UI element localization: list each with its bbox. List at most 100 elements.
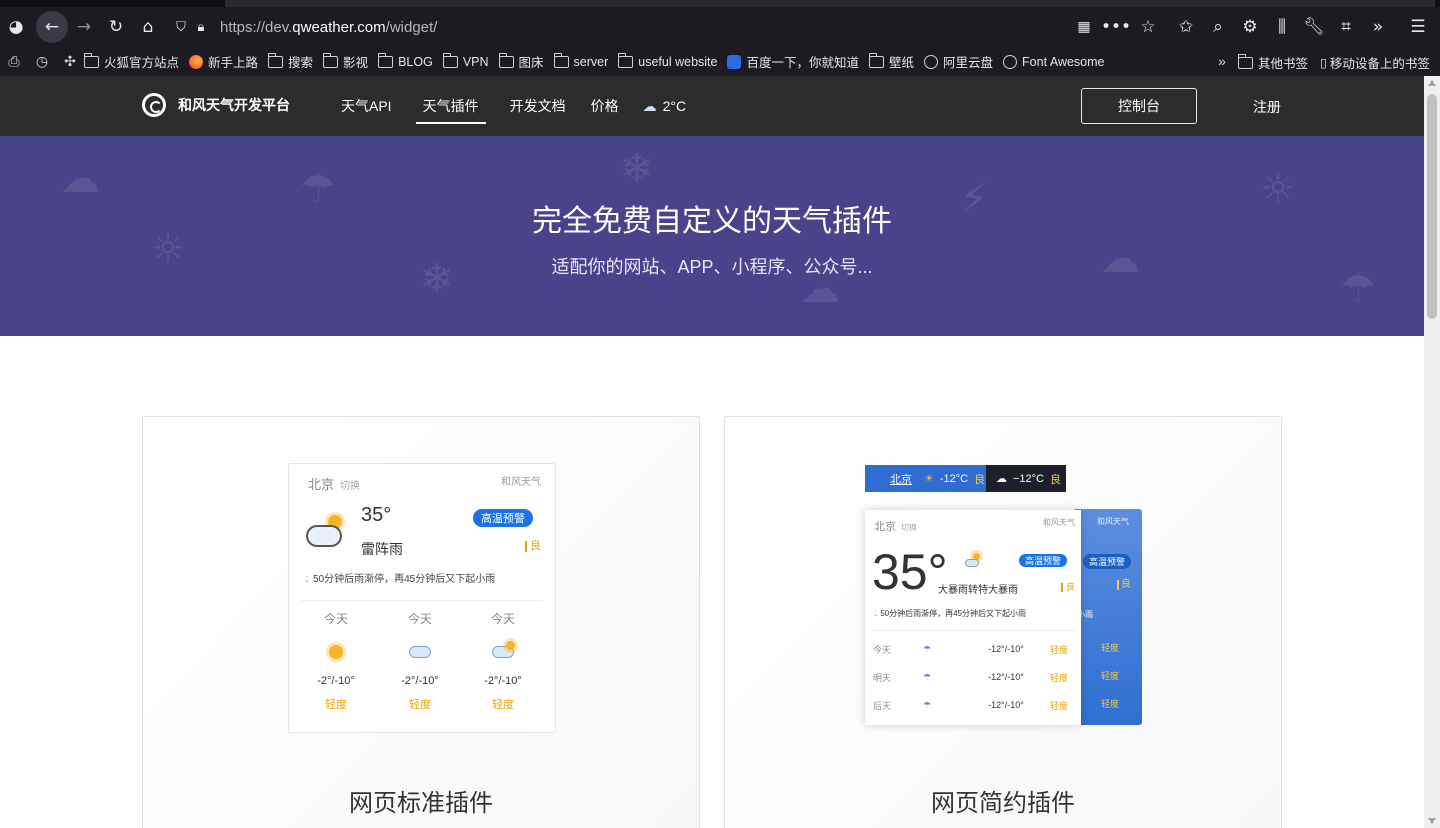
widget-brand: 和风天气 [1043,518,1075,527]
rain-cloud-icon: ☂ [923,671,932,682]
standard-widget-card[interactable]: 北京 切换 和风天气 35° 雷阵雨 高温预警 良 💧︎ 50分钟后雨渐停，再45分… [142,416,700,828]
alert-badge[interactable]: 高温预警 [1019,554,1068,567]
simple-widget-bar: 北京 ☀ -12°C 良 ☁ −12°C 良 [865,465,1066,492]
cloud-icon: ☁ [996,473,1007,485]
site-header: 和风天气开发平台 天气API 天气插件 开发文档 价格 ☁ 2°C 控制台 注册 [0,76,1424,136]
folder-icon [869,52,884,68]
globe-icon [924,54,939,69]
aqi-badge: 良 [1061,583,1075,592]
print-icon[interactable]: ⎙ [0,53,28,70]
bookmark-item[interactable]: 火狐官方站点 [84,52,179,71]
nav-link[interactable]: 价格 [590,76,620,136]
lock-icon[interactable]: 🔒︎ [192,11,210,43]
folder-icon [618,52,634,68]
rain-cloud-icon: ☂ [923,643,932,654]
cloud-icon [390,637,450,667]
history-clock-icon[interactable]: ◷ [28,53,56,70]
forward-icon[interactable]: → [68,11,100,43]
shield-icon[interactable]: ⛉ [170,11,192,43]
active-tab[interactable] [225,0,1435,7]
scrollbar-thumb[interactable] [1427,94,1437,319]
bar-city-link[interactable]: 北京 [890,471,912,487]
bookmark-item[interactable]: 搜索 [268,52,313,71]
widget-temperature: 35° [872,544,948,600]
hero-banner: ☁ ☼ ☂ ❄ ⚡ ☁ ☼ ☂ ❄ ☁ 完全免费自定义的天气插件 适配你的网站、… [0,136,1424,336]
mobile-bookmarks-folder[interactable]: ▯ 移动设备上的书签 [1320,53,1430,72]
aqi-badge: 良 [525,541,541,552]
back-icon[interactable]: ← [36,11,68,43]
scroll-up-icon[interactable] [1428,80,1436,86]
web-page: 和风天气开发平台 天气API 天气插件 开发文档 价格 ☁ 2°C 控制台 注册 ☁ ☼ … [0,76,1424,828]
widget-city: 北京 切换 [308,477,361,492]
mobile-icon: ▯ [1320,56,1327,70]
tab-strip [0,0,1440,7]
page-scrollbar[interactable] [1424,76,1440,828]
bookmark-star-icon[interactable]: ☆ [1132,11,1164,43]
bookmark-item[interactable]: server [553,52,608,69]
hamburger-menu-icon[interactable]: ☰ [1402,11,1434,43]
globe-icon [1003,54,1018,69]
browser-chrome: ◕ ← → ↻ ⌂ ⛉ 🔒︎ https://dev.qweather.com/… [0,0,1440,76]
forecast-row: 明天 ☂ -12°/-10° 轻度 [873,671,1068,683]
site-logo[interactable]: 和风天气开发平台 [142,93,290,117]
bookmarks-bar: ⎙ ◷ ✣ 火狐官方站点 新手上路 搜索 影视 BLOG VPN 图床 server usefu… [0,47,1440,76]
alert-badge[interactable]: 高温预警 [473,509,533,527]
bookmark-item[interactable]: 影视 [323,52,368,71]
forecast-row: 今天 ☂ -12°/-10° 轻度 [873,643,1068,655]
register-link[interactable]: 注册 [1253,97,1281,117]
thunder-cloud-icon [304,511,348,551]
widget-temperature: 35° [361,504,392,526]
settings-gear-icon[interactable]: ⚙ [1234,11,1266,43]
folder-icon [378,52,394,68]
url-text[interactable]: https://dev.qweather.com/widget/ [220,19,437,36]
other-bookmarks-folder[interactable]: 其他书签 [1238,53,1308,72]
nav-link[interactable]: 天气插件 [415,76,486,136]
widget-condition: 雷阵雨 [361,541,403,557]
bookmark-item[interactable]: 图床 [498,52,544,71]
qr-code-icon[interactable]: ▦ [1068,11,1100,43]
overflow-chevron-icon[interactable]: » [1362,11,1394,43]
bookmark-item[interactable]: 阿里云盘 [924,52,993,71]
library-icon[interactable]: ⫼ [1266,11,1298,43]
nav-link[interactable]: 开发文档 [509,76,567,136]
folder-icon [553,52,569,68]
city-switch-link[interactable]: 切换 [340,481,360,492]
rain-cloud-icon: ☂ [923,699,932,710]
firefox-icon [189,54,204,69]
bookmark-item[interactable]: 新手上路 [189,52,258,71]
hero-title: 完全免费自定义的天气插件 [532,205,892,238]
url-bar[interactable]: ⛉ 🔒︎ https://dev.qweather.com/widget/ ▦ … [170,11,1170,43]
sun-icon [306,637,366,667]
console-button[interactable]: 控制台 [1081,88,1197,124]
firefox-menu-icon[interactable]: ◕ [0,11,32,43]
more-actions-icon[interactable]: ••• [1100,11,1132,43]
home-icon[interactable]: ⌂ [132,11,164,43]
folder-icon [84,52,99,68]
bookmark-item[interactable]: 百度一下，你就知道 [727,52,859,71]
doodle-snow-icon: ❄ [620,146,654,192]
bookmark-item[interactable]: useful website [618,52,717,69]
bookmark-item[interactable]: VPN [442,52,489,69]
wrench-icon[interactable]: 🔧︎ [1298,11,1330,43]
extensions-puzzle-icon[interactable]: ✣ [56,53,84,70]
nav-link[interactable]: 天气API [340,76,393,136]
rain-note: 💧︎ 50分钟后雨渐停，再45分钟后又下起小雨 [305,574,496,585]
folder-icon [1238,53,1253,69]
bookmark-item[interactable]: 壁纸 [869,52,914,71]
bookmarks-toolbar-icon[interactable]: ✩ [1170,11,1202,43]
widget-condition: 大暴雨转特大暴雨 [938,585,1018,596]
reload-icon[interactable]: ↻ [100,11,132,43]
partly-cloudy-icon [965,553,983,567]
bookmark-item[interactable]: BLOG [378,52,433,69]
scroll-down-icon[interactable] [1428,818,1436,824]
city-switch-link[interactable]: 切换 [901,523,917,532]
nav-weather[interactable]: ☁ 2°C [643,98,687,115]
bookmark-item[interactable]: Font Awesome [1003,54,1104,69]
folder-icon [442,52,458,68]
search-icon[interactable]: ⌕ [1202,11,1234,43]
simple-widget-card[interactable]: 北京 ☀ -12°C 良 ☁ −12°C 良 和风天气 高温预警 良 小雨 轻度 轻度 轻… [724,416,1282,828]
card-caption: 网页标准插件 [349,790,493,817]
raindrop-icon: 💧︎ [874,609,878,618]
crop-icon[interactable]: ⌗ [1330,11,1362,43]
bookmarks-overflow-icon[interactable]: » [1208,53,1236,69]
